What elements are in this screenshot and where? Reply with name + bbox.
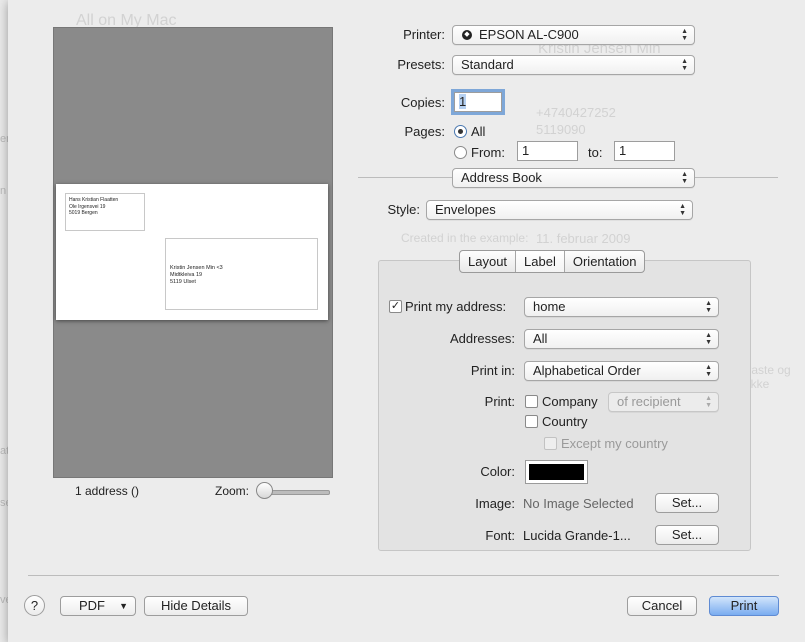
triangle-down-icon: ▼ <box>119 601 128 611</box>
recipient-line: 5119 Ulset <box>170 279 196 285</box>
chevron-updown-icon: ▲ ▼ <box>679 203 686 217</box>
pages-all-radio[interactable] <box>454 125 467 138</box>
sender-address-box: Hans Kristian Flaatten Ole Irgensvei 19 … <box>65 193 145 231</box>
help-button[interactable]: ? <box>24 595 45 616</box>
zoom-slider-track[interactable] <box>265 490 330 495</box>
pages-label: Pages: <box>404 124 445 139</box>
tab-label[interactable]: Label <box>516 251 565 272</box>
font-value: Lucida Grande-1... <box>523 528 631 543</box>
font-set-button[interactable]: Set... <box>655 525 719 545</box>
ghost-date-label: Created in the example: <box>401 231 529 245</box>
country-label: Country <box>542 414 588 429</box>
checkmark-icon: ✓ <box>390 300 401 312</box>
ghost-date: 11. februar 2009 <box>536 231 631 246</box>
ghost-zip: 5119090 <box>536 122 586 137</box>
pages-from-field[interactable]: 1 <box>517 141 578 161</box>
pages-to-field[interactable]: 1 <box>614 141 675 161</box>
pages-to-label: to: <box>588 145 603 160</box>
of-recipient-value: of recipient <box>617 394 681 409</box>
print-my-address-popup[interactable]: home ▲ ▼ <box>524 297 719 317</box>
footer-divider <box>28 575 779 576</box>
chevron-updown-icon: ▲ ▼ <box>705 395 712 409</box>
of-recipient-popup[interactable]: of recipient ▲ ▼ <box>608 392 719 412</box>
copies-label: Copies: <box>400 95 445 110</box>
envelope-preview: Hans Kristian Flaatten Ole Irgensvei 19 … <box>56 184 328 320</box>
chevron-updown-icon: ▲ ▼ <box>681 58 688 72</box>
chevron-updown-icon: ▲ ▼ <box>681 171 688 185</box>
ghost-phone: +4740427252 <box>536 105 616 120</box>
pdf-menu-button[interactable]: PDF ▼ <box>60 596 136 616</box>
pages-all-label: All <box>471 124 486 139</box>
recipient-address-box: Kristin Jensen Min <3 Midtkleiva 19 5119… <box>165 238 318 310</box>
color-swatch <box>529 464 584 480</box>
chevron-updown-icon: ▲ ▼ <box>705 364 712 378</box>
tab-layout[interactable]: Layout <box>460 251 517 272</box>
image-label: Image: <box>475 496 515 511</box>
print-in-label: Print in: <box>470 363 515 378</box>
tab-orientation[interactable]: Orientation <box>565 251 645 272</box>
zoom-slider-knob[interactable] <box>256 482 273 499</box>
chevron-updown-icon: ▲ ▼ <box>705 332 712 346</box>
cancel-button[interactable]: Cancel <box>627 596 697 616</box>
print-button[interactable]: Print <box>709 596 779 616</box>
application-options-popup[interactable]: Address Book ▲ ▼ <box>452 168 695 188</box>
style-popup[interactable]: Envelopes ▲ ▼ <box>426 200 693 220</box>
copies-value: 1 <box>459 94 467 109</box>
hide-details-button[interactable]: Hide Details <box>144 596 248 616</box>
bg-cut-text-2: n <box>0 185 7 197</box>
printer-status-icon: ◆ <box>462 30 472 40</box>
presets-label: Presets: <box>397 57 445 72</box>
except-my-country-label: Except my country <box>561 436 668 451</box>
company-checkbox[interactable] <box>525 395 538 408</box>
layout-tabs: Layout Label Orientation <box>459 250 646 273</box>
printer-label: Printer: <box>403 27 445 42</box>
presets-value: Standard <box>461 57 514 72</box>
style-label: Style: <box>387 202 420 217</box>
print-fields-label: Print: <box>484 394 515 409</box>
sender-line: 5019 Bergen <box>69 210 98 216</box>
pages-from-label: From: <box>471 145 505 160</box>
addresses-popup[interactable]: All ▲ ▼ <box>524 329 719 349</box>
print-in-value: Alphabetical Order <box>533 363 641 378</box>
chevron-updown-icon: ▲ ▼ <box>705 300 712 314</box>
addresses-value: All <box>533 331 548 346</box>
print-my-address-checkbox[interactable]: ✓ <box>389 300 402 313</box>
print-in-popup[interactable]: Alphabetical Order ▲ ▼ <box>524 361 719 381</box>
print-sheet: All on My Mac Kristin Jensen Min +474042… <box>8 0 805 642</box>
style-value: Envelopes <box>435 202 496 217</box>
print-my-address-label: Print my address: <box>405 299 507 314</box>
image-value: No Image Selected <box>523 496 634 511</box>
font-label: Font: <box>485 528 515 543</box>
pages-range-radio[interactable] <box>454 146 467 159</box>
pdf-label: PDF <box>79 598 105 613</box>
application-options-value: Address Book <box>461 170 542 185</box>
ghost-side-text: traste og ekke <box>744 363 791 391</box>
image-set-button[interactable]: Set... <box>655 493 719 513</box>
except-my-country-checkbox[interactable] <box>544 437 557 450</box>
printer-popup[interactable]: ◆ EPSON AL-C900 ▲ ▼ <box>452 25 695 45</box>
print-my-address-value: home <box>533 299 566 314</box>
recipient-line: Midtkleiva 19 <box>170 272 203 278</box>
address-count-label: 1 address () <box>75 484 140 498</box>
zoom-label: Zoom: <box>215 484 250 498</box>
color-label: Color: <box>480 464 515 479</box>
chevron-updown-icon: ▲ ▼ <box>681 28 688 42</box>
printer-value: EPSON AL-C900 <box>479 27 579 42</box>
copies-field[interactable]: 1 <box>454 92 502 112</box>
color-well[interactable] <box>525 460 588 484</box>
country-checkbox[interactable] <box>525 415 538 428</box>
question-icon: ? <box>30 598 39 613</box>
company-label: Company <box>542 394 598 409</box>
addresses-label: Addresses: <box>449 331 515 346</box>
presets-popup[interactable]: Standard ▲ ▼ <box>452 55 695 75</box>
recipient-line: Kristin Jensen Min <3 <box>170 265 223 271</box>
